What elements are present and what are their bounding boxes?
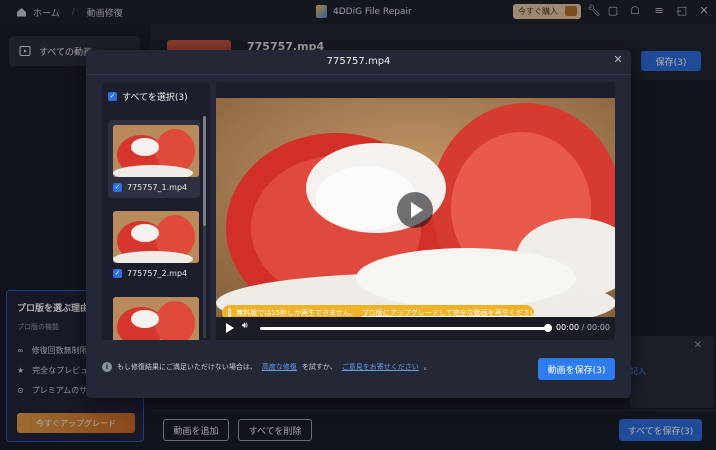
- time-separator: /: [581, 323, 585, 332]
- progress-knob[interactable]: [544, 324, 552, 332]
- upgrade-link[interactable]: プロ版にアップグレードして完全な動画を再生ください。: [362, 308, 534, 317]
- file-list-item[interactable]: [108, 292, 200, 340]
- volume-icon[interactable]: 🔊︎: [242, 321, 248, 331]
- play-icon[interactable]: [226, 323, 234, 333]
- video-thumbnail: [113, 297, 199, 340]
- video-thumbnail: [113, 211, 199, 263]
- preview-dialog: 775757.mp4 ✕ ✓ すべてを選択(3) ✓ 775757_1.mp4: [86, 50, 631, 398]
- file-list-item[interactable]: ✓ 775757_1.mp4: [108, 120, 200, 198]
- play-overlay-button[interactable]: [397, 192, 433, 228]
- video-thumbnail: [113, 125, 199, 177]
- note-suffix: 。: [423, 363, 431, 371]
- video-frame[interactable]: ! 無料版では15秒しか再生できません。 プロ版にアップグレードして完全な動画を…: [216, 98, 615, 317]
- file-name: 775757_1.mp4: [127, 183, 188, 192]
- file-list-panel: ✓ すべてを選択(3) ✓ 775757_1.mp4 ✓ 775757_2.mp…: [102, 82, 210, 340]
- file-list-scrollbar[interactable]: [203, 116, 206, 338]
- footer-note: i もし修復結果にご満足いただけない場合は、 高度な修復 を試すか、 ご意見をお…: [102, 362, 431, 372]
- dialog-title: 775757.mp4: [326, 56, 391, 67]
- close-icon[interactable]: ✕: [611, 53, 625, 67]
- advanced-repair-link[interactable]: 高度な修復: [262, 362, 297, 372]
- divider: [86, 74, 631, 75]
- scrollbar-thumb[interactable]: [203, 116, 206, 226]
- file-entry[interactable]: ✓ 775757_2.mp4: [113, 269, 187, 278]
- select-all-checkbox[interactable]: ✓ すべてを選択(3): [108, 90, 188, 103]
- file-name: 775757_2.mp4: [127, 269, 188, 278]
- info-icon: i: [102, 362, 112, 372]
- file-list-item[interactable]: ✓ 775757_2.mp4: [108, 206, 200, 284]
- time-total: 00:00: [586, 323, 610, 332]
- time-display: 00:00 / 00:00: [556, 323, 610, 332]
- trial-warning-banner: ! 無料版では15秒しか再生できません。 プロ版にアップグレードして完全な動画を…: [222, 305, 534, 317]
- select-all-label: すべてを選択(3): [122, 93, 188, 103]
- checkbox-checked-icon[interactable]: ✓: [113, 183, 122, 192]
- progress-track[interactable]: [260, 327, 548, 330]
- warning-icon: !: [228, 308, 232, 317]
- note-middle: を試すか、: [301, 363, 337, 371]
- checkbox-checked-icon[interactable]: ✓: [113, 269, 122, 278]
- warning-text: 無料版では15秒しか再生できません。: [236, 309, 357, 317]
- player-controls: 🔊︎ 00:00 / 00:00: [216, 317, 615, 340]
- note-prefix: もし修復結果にご満足いただけない場合は、: [117, 363, 257, 371]
- checkbox-checked-icon: ✓: [108, 92, 117, 101]
- video-preview: ! 無料版では15秒しか再生できません。 プロ版にアップグレードして完全な動画を…: [216, 82, 615, 340]
- file-entry[interactable]: ✓ 775757_1.mp4: [113, 183, 187, 192]
- feedback-link[interactable]: ご意見をお寄せください: [342, 362, 419, 372]
- time-current: 00:00: [556, 323, 580, 332]
- save-videos-button[interactable]: 動画を保存(3): [538, 358, 615, 380]
